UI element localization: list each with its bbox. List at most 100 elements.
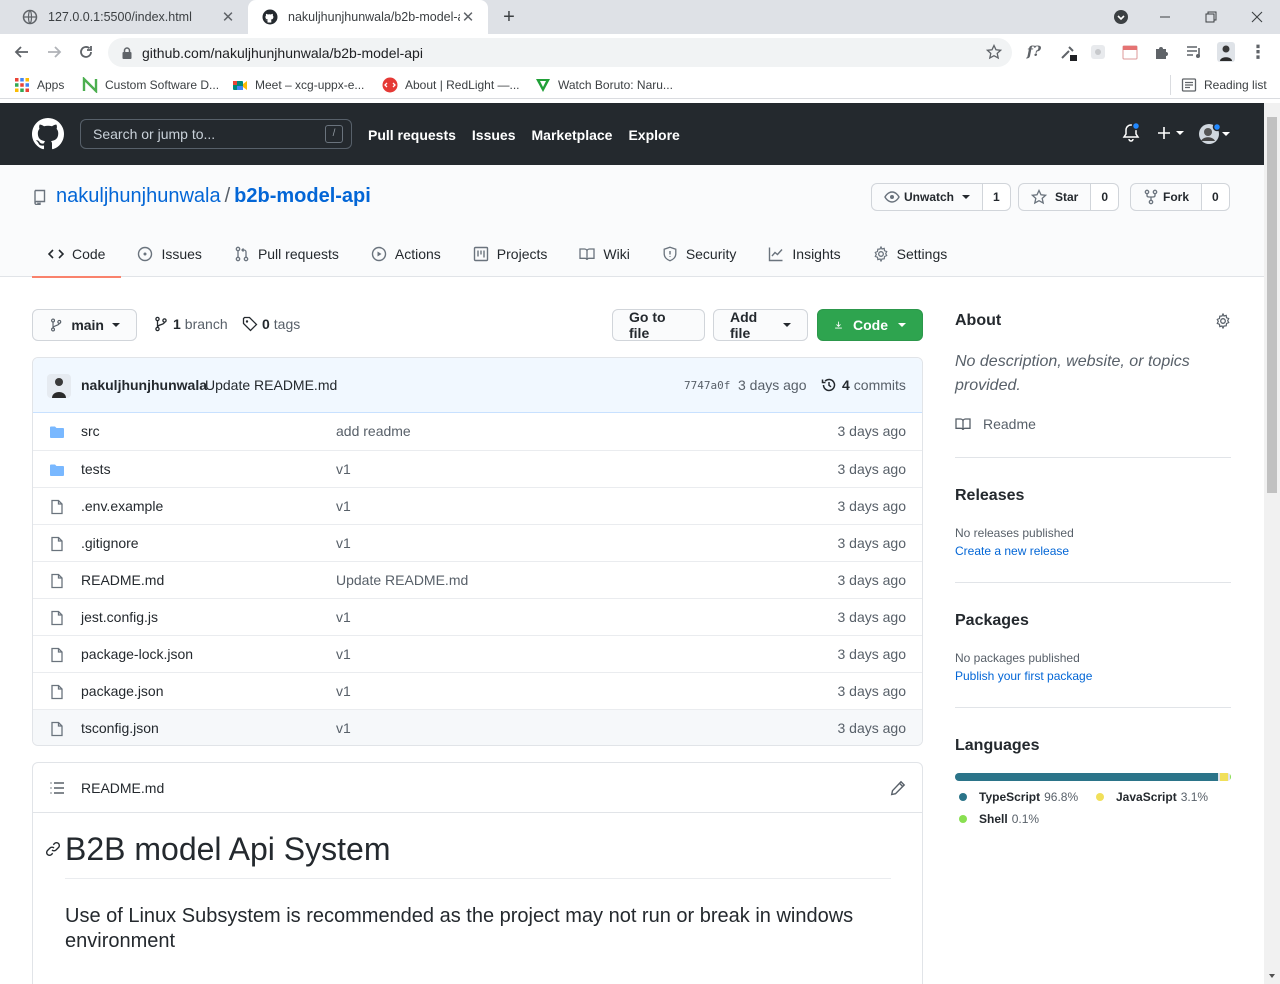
file-row[interactable]: src add readme 3 days ago xyxy=(33,413,922,450)
fork-count[interactable]: 0 xyxy=(1202,183,1230,211)
tab-search-icon[interactable] xyxy=(1098,0,1144,34)
user-avatar-menu[interactable] xyxy=(1198,123,1230,145)
eyedropper-extension-icon[interactable] xyxy=(1058,42,1078,62)
file-commit-message-link[interactable]: v1 xyxy=(336,609,351,625)
packages-heading[interactable]: Packages xyxy=(955,612,1029,630)
file-name-link[interactable]: package.json xyxy=(81,683,164,699)
bookmark-custom-software[interactable]: Custom Software D... xyxy=(82,76,219,94)
list-unordered-icon[interactable] xyxy=(49,780,65,796)
language-bar-segment[interactable] xyxy=(1219,773,1228,781)
scrollbar-thumb[interactable] xyxy=(1267,117,1277,493)
close-window-icon[interactable] xyxy=(1234,0,1280,34)
language-bar-segment[interactable] xyxy=(955,773,1218,781)
commits-history-link[interactable]: 4 commits xyxy=(821,377,906,393)
scroll-down-arrow-icon[interactable] xyxy=(1264,970,1280,982)
file-commit-message-link[interactable]: v1 xyxy=(336,461,351,477)
branches-link[interactable]: 1 branch xyxy=(153,316,228,332)
nav-explore[interactable]: Explore xyxy=(628,127,679,143)
restore-icon[interactable] xyxy=(1188,0,1234,34)
calendar-extension-icon[interactable] xyxy=(1120,42,1140,62)
language-shell[interactable]: Shell 0.1% xyxy=(955,812,1039,826)
publish-package-link[interactable]: Publish your first package xyxy=(955,669,1092,683)
file-commit-message-link[interactable]: v1 xyxy=(336,535,351,551)
file-row[interactable]: package-lock.json v1 3 days ago xyxy=(33,635,922,672)
tab-pull-requests[interactable]: Pull requests xyxy=(218,231,355,277)
watch-count[interactable]: 1 xyxy=(983,183,1011,211)
file-name-link[interactable]: .gitignore xyxy=(81,535,139,551)
reload-button[interactable] xyxy=(74,40,98,64)
tab-actions[interactable]: Actions xyxy=(355,231,457,277)
bookmark-star-icon[interactable] xyxy=(986,44,1002,60)
notifications-bell-icon[interactable] xyxy=(1122,123,1140,143)
nav-issues[interactable]: Issues xyxy=(472,127,516,143)
tab-insights[interactable]: Insights xyxy=(752,231,856,277)
tab-wiki[interactable]: Wiki xyxy=(563,231,645,277)
bookmark-meet[interactable]: Meet – xcg-uppx-e... xyxy=(232,76,364,94)
page-scrollbar[interactable] xyxy=(1264,103,1280,984)
link-anchor-icon[interactable] xyxy=(45,841,61,857)
file-name-link[interactable]: package-lock.json xyxy=(81,646,193,662)
nav-pull-requests[interactable]: Pull requests xyxy=(368,127,456,143)
language-typescript[interactable]: TypeScript 96.8% xyxy=(955,790,1078,804)
repo-owner-link[interactable]: nakuljhunjhunwala xyxy=(56,185,221,208)
file-commit-message-link[interactable]: v1 xyxy=(336,720,351,736)
file-name-link[interactable]: README.md xyxy=(81,572,164,588)
language-bar-segment[interactable] xyxy=(1230,773,1231,781)
file-row[interactable]: README.md Update README.md 3 days ago xyxy=(33,561,922,598)
committer-avatar[interactable] xyxy=(47,374,71,398)
tab-code[interactable]: Code xyxy=(32,231,122,278)
pencil-icon[interactable] xyxy=(890,780,906,796)
github-search-input[interactable]: Search or jump to... / xyxy=(80,119,352,149)
nav-marketplace[interactable]: Marketplace xyxy=(532,127,613,143)
code-download-button[interactable]: Code xyxy=(817,309,923,341)
repo-name-link[interactable]: b2b-model-api xyxy=(234,185,371,208)
file-row[interactable]: .env.example v1 3 days ago xyxy=(33,487,922,524)
file-row[interactable]: tests v1 3 days ago xyxy=(33,450,922,487)
branch-select-button[interactable]: main xyxy=(32,309,137,341)
file-row[interactable]: tsconfig.json v1 3 days ago xyxy=(33,709,922,745)
bookmark-boruto[interactable]: Watch Boruto: Naru... xyxy=(535,76,673,94)
file-commit-message-link[interactable]: Update README.md xyxy=(336,572,468,588)
file-row[interactable]: jest.config.js v1 3 days ago xyxy=(33,598,922,635)
commit-message-link[interactable]: Update README.md xyxy=(205,377,337,393)
minimize-icon[interactable] xyxy=(1142,0,1188,34)
bookmark-redlight[interactable]: About | RedLight —... xyxy=(382,76,520,94)
bookmark-apps[interactable]: Apps xyxy=(14,76,64,94)
file-name-link[interactable]: src xyxy=(81,423,100,439)
github-logo-icon[interactable] xyxy=(32,118,64,150)
file-row[interactable]: package.json v1 3 days ago xyxy=(33,672,922,709)
commit-author-link[interactable]: nakuljhunjhunwala xyxy=(81,377,207,393)
tab-projects[interactable]: Projects xyxy=(457,231,564,277)
close-tab-icon[interactable]: ✕ xyxy=(460,9,476,26)
releases-heading[interactable]: Releases xyxy=(955,487,1024,505)
language-javascript[interactable]: JavaScript 3.1% xyxy=(1092,790,1208,804)
file-name-link[interactable]: tests xyxy=(81,461,111,477)
reading-list-button[interactable]: Reading list xyxy=(1181,76,1267,94)
file-row[interactable]: .gitignore v1 3 days ago xyxy=(33,524,922,561)
file-commit-message-link[interactable]: v1 xyxy=(336,683,351,699)
file-commit-message-link[interactable]: add readme xyxy=(336,423,411,439)
gear-icon[interactable] xyxy=(1215,313,1231,329)
back-button[interactable] xyxy=(10,40,34,64)
file-name-link[interactable]: .env.example xyxy=(81,498,163,514)
star-button[interactable]: Star xyxy=(1018,183,1092,211)
forward-button[interactable] xyxy=(42,40,66,64)
file-name-link[interactable]: jest.config.js xyxy=(81,609,158,625)
browser-tab-github[interactable]: nakuljhunjhunwala/b2b-model-a ✕ xyxy=(248,0,488,34)
font-extension-icon[interactable]: f? xyxy=(1024,42,1044,62)
file-commit-message-link[interactable]: v1 xyxy=(336,498,351,514)
star-count[interactable]: 0 xyxy=(1091,183,1120,211)
unwatch-button[interactable]: Unwatch xyxy=(871,183,984,211)
extension-icon[interactable] xyxy=(1088,42,1108,62)
go-to-file-button[interactable]: Go to file xyxy=(612,309,705,341)
close-tab-icon[interactable]: ✕ xyxy=(220,9,236,26)
readme-link[interactable]: Readme xyxy=(955,416,1036,432)
browser-tab-localhost[interactable]: 127.0.0.1:5500/index.html ✕ xyxy=(8,0,248,34)
file-name-link[interactable]: tsconfig.json xyxy=(81,720,159,736)
create-new-button[interactable] xyxy=(1156,125,1184,141)
tab-settings[interactable]: Settings xyxy=(857,231,964,277)
add-file-button[interactable]: Add file xyxy=(713,309,808,341)
profile-avatar[interactable] xyxy=(1216,42,1236,62)
create-release-link[interactable]: Create a new release xyxy=(955,544,1069,558)
new-tab-button[interactable]: + xyxy=(498,6,520,28)
